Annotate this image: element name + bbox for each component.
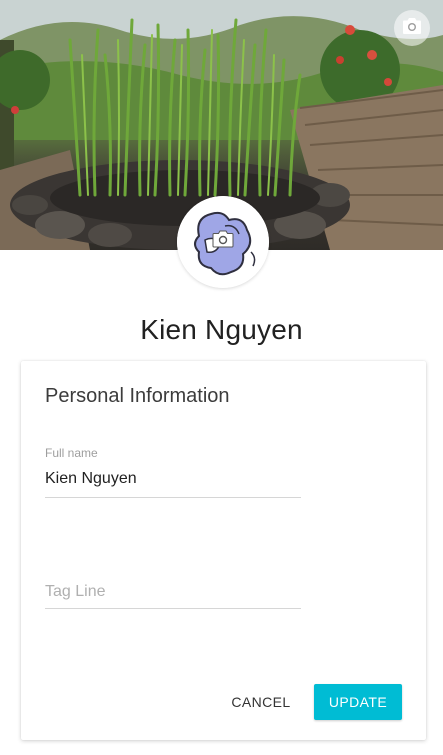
camera-icon (212, 230, 234, 253)
card-title: Personal Information (45, 385, 230, 407)
full-name-input[interactable] (45, 468, 301, 490)
profile-page: Kien Nguyen Personal Information Full na… (0, 0, 443, 755)
change-avatar-button[interactable] (209, 229, 237, 253)
personal-info-card: Personal Information Full name CANCEL UP… (21, 361, 426, 740)
full-name-underline (45, 497, 301, 498)
tag-line-field (45, 581, 301, 609)
update-button[interactable]: UPDATE (314, 684, 402, 720)
change-cover-button[interactable] (394, 10, 430, 46)
full-name-label: Full name (45, 446, 98, 460)
tag-line-underline (45, 608, 301, 609)
tag-line-input[interactable] (45, 581, 301, 603)
full-name-field: Full name (45, 446, 301, 498)
profile-name: Kien Nguyen (140, 314, 303, 345)
cancel-button[interactable]: CANCEL (221, 684, 301, 720)
camera-icon (402, 17, 422, 40)
